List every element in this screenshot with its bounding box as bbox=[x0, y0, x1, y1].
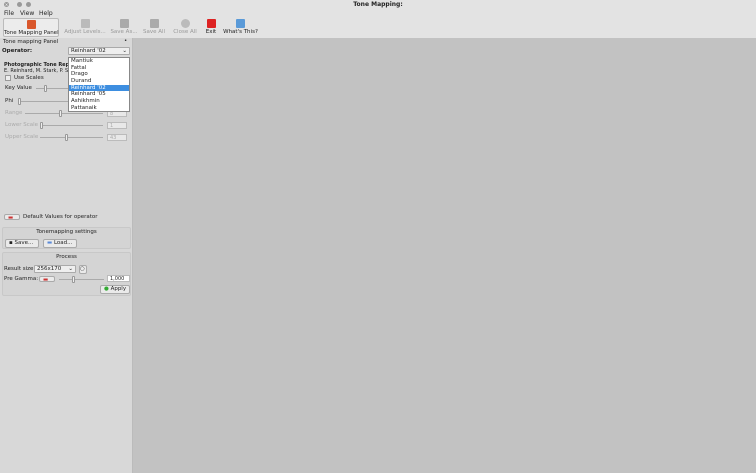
load-icon: ▬ bbox=[47, 240, 54, 246]
label: Load... bbox=[53, 240, 73, 246]
label: Exit bbox=[205, 29, 217, 35]
operator-label: Operator: bbox=[2, 48, 33, 54]
operator-option[interactable]: Ashikhmin bbox=[69, 98, 129, 105]
label: Tone Mapping Panel bbox=[4, 30, 59, 36]
slider-handle[interactable] bbox=[65, 134, 68, 141]
save-as-button[interactable]: Save As... bbox=[110, 18, 138, 37]
operator-select[interactable]: Reinhard '02 ⌄ bbox=[68, 47, 130, 55]
result-size-select[interactable]: 256x170 ⌄ bbox=[34, 265, 76, 273]
operator-option[interactable]: Drago bbox=[69, 71, 129, 78]
load-settings-button[interactable]: ▬ Load... bbox=[43, 239, 77, 248]
default-values-button[interactable]: ▬ bbox=[4, 214, 20, 221]
levels-icon bbox=[80, 19, 90, 28]
slider-handle[interactable] bbox=[59, 110, 62, 117]
upper-scale-slider[interactable] bbox=[40, 134, 103, 141]
range-label: Range bbox=[5, 110, 23, 116]
window-title: Tone Mapping: bbox=[353, 1, 403, 8]
key-value-slider[interactable] bbox=[36, 85, 68, 92]
operator-value: Reinhard '02 bbox=[71, 48, 106, 54]
range-slider[interactable] bbox=[25, 110, 103, 117]
label: Adjust Levels... bbox=[64, 29, 106, 35]
settings-title: Tonemapping settings bbox=[36, 229, 97, 235]
lower-scale-label: Lower Scale bbox=[5, 122, 39, 128]
reset-icon: ▬ bbox=[8, 215, 14, 221]
slider-handle[interactable] bbox=[18, 98, 21, 105]
operator-option-selected[interactable]: Reinhard '02 bbox=[69, 84, 129, 92]
use-scales-label: Use Scales bbox=[14, 75, 44, 81]
float-icon[interactable]: • bbox=[124, 38, 127, 44]
reset-icon: ▬ bbox=[43, 277, 49, 283]
operator-option[interactable]: Mantiuk bbox=[69, 58, 129, 65]
chevron-down-icon: ⌄ bbox=[122, 48, 127, 54]
use-scales-checkbox[interactable] bbox=[5, 75, 11, 81]
whats-this-icon bbox=[236, 19, 245, 28]
label: Save All bbox=[142, 29, 166, 35]
operator-option[interactable]: Durand bbox=[69, 78, 129, 85]
label: What's This? bbox=[223, 29, 258, 35]
label: Save... bbox=[14, 240, 34, 246]
operator-option[interactable]: Reinhard '05 bbox=[69, 91, 129, 98]
close-all-icon bbox=[180, 19, 190, 28]
upper-scale-label: Upper Scale bbox=[5, 134, 39, 140]
exit-icon bbox=[206, 19, 216, 28]
result-size-label: Result size: bbox=[4, 266, 36, 272]
tone-mapping-icon bbox=[26, 20, 36, 29]
label: Apply bbox=[110, 286, 127, 292]
adjust-levels-button[interactable]: Adjust Levels... bbox=[64, 18, 106, 37]
process-group: Process Result size: 256x170 ⌄ ○ Pre Gamm… bbox=[2, 252, 131, 296]
slider-handle[interactable] bbox=[44, 85, 47, 92]
close-all-button[interactable]: Close All bbox=[172, 18, 198, 37]
menu-help[interactable]: Help bbox=[39, 10, 53, 17]
workspace-area bbox=[134, 38, 756, 473]
tonemapping-settings-group: Tonemapping settings ▪ Save... ▬ Load... bbox=[2, 227, 131, 249]
toolbar: Tone Mapping Panel Adjust Levels... Save… bbox=[0, 18, 756, 38]
apply-button[interactable]: ● Apply bbox=[100, 285, 130, 294]
process-title: Process bbox=[56, 254, 77, 260]
menu-bar: File View Help bbox=[0, 10, 756, 18]
refresh-button[interactable]: ○ bbox=[79, 265, 87, 274]
menu-file[interactable]: File bbox=[4, 10, 14, 17]
exit-button[interactable]: Exit bbox=[204, 18, 218, 37]
pre-gamma-label: Pre Gamma: bbox=[4, 276, 39, 282]
save-icon bbox=[119, 19, 129, 28]
lower-scale-slider[interactable] bbox=[40, 122, 103, 129]
tone-mapping-panel-button[interactable]: Tone Mapping Panel bbox=[3, 18, 59, 37]
default-values-label: Default Values for operator bbox=[23, 214, 98, 220]
operator-dropdown-list: Mantiuk Fattal Drago Durand Reinhard '02… bbox=[68, 57, 130, 112]
title-bar: × Tone Mapping: bbox=[0, 0, 756, 10]
menu-view[interactable]: View bbox=[20, 10, 34, 17]
slider-handle[interactable] bbox=[72, 276, 75, 283]
phi-slider[interactable] bbox=[18, 98, 68, 105]
label: Close All bbox=[173, 29, 197, 35]
operator-option[interactable]: Fattal bbox=[69, 65, 129, 72]
operator-option[interactable]: Pattanaik bbox=[69, 105, 129, 112]
slider-handle[interactable] bbox=[40, 122, 43, 129]
save-all-icon bbox=[149, 19, 159, 28]
pre-gamma-slider[interactable] bbox=[59, 276, 104, 283]
save-all-button[interactable]: Save All bbox=[142, 18, 166, 37]
panel-title: Tone mapping Panel bbox=[3, 39, 59, 45]
result-size-value: 256x170 bbox=[37, 266, 62, 272]
save-settings-button[interactable]: ▪ Save... bbox=[5, 239, 39, 248]
label: Save As... bbox=[110, 29, 138, 35]
lower-scale-spinbox[interactable]: 1 bbox=[107, 122, 127, 129]
pre-gamma-spinbox[interactable]: 1,000 bbox=[107, 275, 130, 282]
upper-scale-spinbox[interactable]: 43 bbox=[107, 134, 127, 141]
key-value-label: Key Value bbox=[5, 85, 32, 91]
refresh-icon: ○ bbox=[80, 266, 85, 272]
pre-gamma-reset-button[interactable]: ▬ bbox=[39, 276, 55, 283]
phi-label: Phi bbox=[5, 98, 14, 104]
whats-this-button[interactable]: What's This? bbox=[223, 18, 258, 37]
chevron-down-icon: ⌄ bbox=[68, 266, 73, 272]
